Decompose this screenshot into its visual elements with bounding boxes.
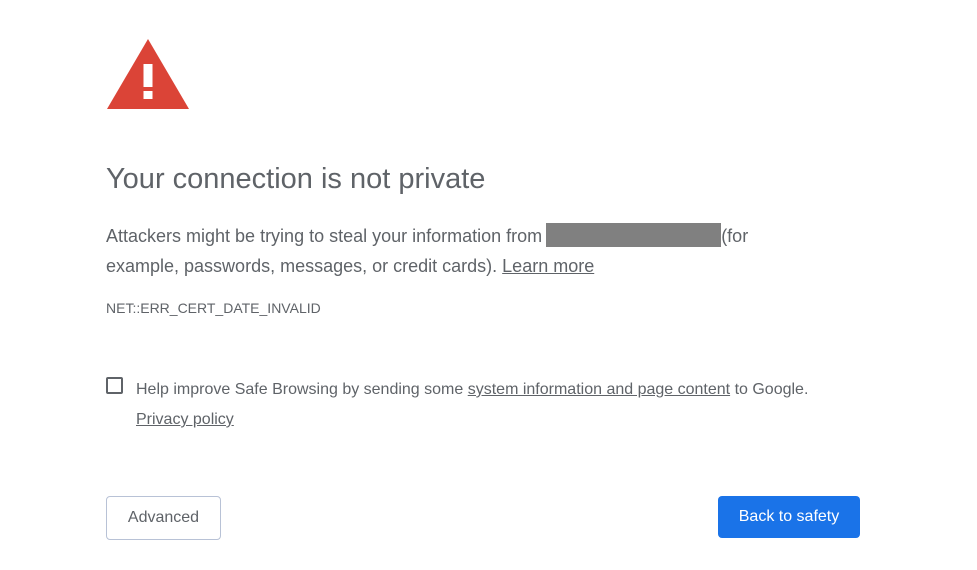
privacy-policy-link[interactable]: Privacy policy: [136, 411, 234, 428]
learn-more-link[interactable]: Learn more: [502, 256, 594, 276]
redacted-hostname: [546, 223, 722, 247]
back-to-safety-button[interactable]: Back to safety: [718, 496, 860, 538]
advanced-button[interactable]: Advanced: [106, 496, 221, 540]
error-description: Attackers might be trying to steal your …: [106, 221, 826, 281]
description-text: Attackers might be trying to steal your …: [106, 226, 543, 246]
system-info-link[interactable]: system information and page content: [468, 381, 730, 398]
optin-text-end: to Google.: [734, 381, 809, 398]
safe-browsing-checkbox[interactable]: [106, 377, 123, 394]
optin-label: Help improve Safe Browsing by sending so…: [136, 375, 866, 435]
optin-text: Help improve Safe Browsing by sending so…: [136, 381, 464, 398]
error-code: NET::ERR_CERT_DATE_INVALID: [106, 300, 321, 316]
ssl-interstitial-page: Your connection is not private Attackers…: [0, 0, 977, 570]
warning-triangle-icon: [107, 39, 189, 109]
page-title: Your connection is not private: [106, 163, 486, 195]
